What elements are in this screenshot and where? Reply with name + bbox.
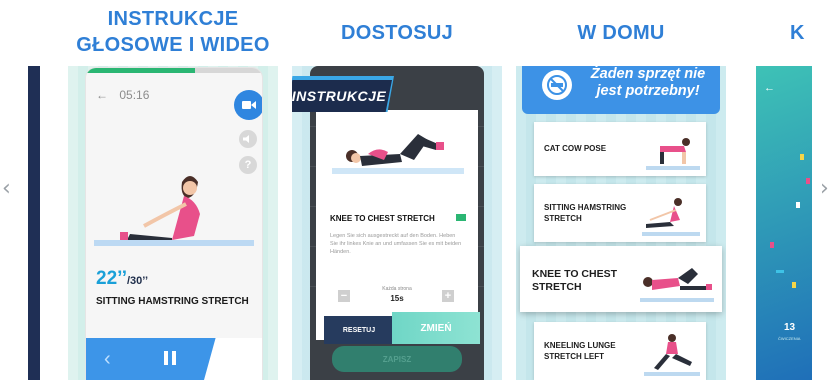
elapsed-time: 05:16: [119, 88, 150, 102]
exercise-mat: [332, 168, 464, 174]
exercise-description: Legen Sie sich ausgestreckt auf den Bode…: [330, 233, 462, 255]
save-button[interactable]: ZAPISZ: [332, 346, 462, 372]
slide-0-partial[interactable]: [28, 66, 40, 380]
reset-button[interactable]: RESETUJ: [324, 316, 394, 344]
exercise-mat: [640, 298, 714, 302]
exercise-detail-dialog: KNEE TO CHEST STRETCH Legen Sie sich aus…: [316, 110, 478, 340]
screenshot-carousel[interactable]: INSTRUKCJE GŁOSOWE I WIDEO DOSTOSUJ W DO…: [0, 0, 831, 380]
slide-3-heading: W DOMU: [577, 22, 665, 44]
previous-icon[interactable]: ‹: [104, 348, 111, 371]
no-equipment-text: Żaden sprzęt nie jest potrzebny!: [590, 66, 706, 99]
exercise-count-label: ĆWICZENIA: [778, 336, 801, 341]
exercise-name: SITTING HAMSTRING STRETCH: [96, 296, 249, 307]
confetti: [800, 154, 804, 160]
confetti: [792, 282, 796, 288]
exercise-mat: [646, 166, 700, 170]
exercise-illustration: [660, 138, 690, 164]
confetti: [806, 178, 810, 184]
confetti: [770, 242, 774, 248]
video-camera-icon[interactable]: [234, 90, 262, 120]
video-icon[interactable]: [456, 214, 466, 221]
no-dumbbell-icon: [542, 70, 572, 100]
back-arrow-icon[interactable]: ←: [96, 88, 108, 102]
no-equipment-banner: Żaden sprzęt nie jest potrzebny!: [522, 66, 720, 114]
exercise-illustration: [120, 176, 200, 246]
exercise-list-item-selected[interactable]: KNEE TO CHEST STRETCH: [520, 246, 722, 312]
carousel-next-button[interactable]: ›: [820, 176, 829, 201]
phone-screen-customize: KNEE TO CHEST STRETCH Legen Sie sich aus…: [310, 66, 484, 380]
exercise-illustration: [643, 268, 712, 290]
timer-total: /30’’: [127, 275, 148, 287]
workout-time: ← 05:16: [96, 88, 149, 102]
exercise-illustration: [646, 198, 682, 228]
change-button[interactable]: ZMIEŃ: [392, 312, 480, 344]
slide-1-heading: INSTRUKCJE GŁOSOWE I WIDEO: [68, 6, 278, 58]
pause-icon[interactable]: [164, 351, 176, 370]
exercise-mat: [644, 372, 700, 376]
exercise-label: SITTING HAMSTRING STRETCH: [544, 203, 627, 223]
back-arrow-icon[interactable]: ←: [764, 82, 775, 94]
increase-button[interactable]: +: [442, 290, 454, 302]
exercise-label: CAT COW POSE: [544, 144, 607, 153]
slide-1-card[interactable]: ← 05:16 ? 22’’/30’’ SITTING HAMSTRING ST…: [68, 66, 278, 380]
slide-2-heading: DOSTOSUJ: [340, 22, 454, 44]
exercise-list-item[interactable]: CAT COW POSE: [534, 122, 706, 176]
exercise-count: 13: [784, 322, 796, 333]
timer-current: 22’’: [96, 268, 127, 289]
slide-2-card[interactable]: KNEE TO CHEST STRETCH Legen Sie sich aus…: [292, 66, 502, 380]
slide-1-heading-line2: GŁOSOWE I WIDEO: [76, 34, 270, 56]
progress-bar-fill: [86, 68, 195, 73]
exercise-mat: [642, 232, 700, 236]
instructions-banner: INSTRUKCJE: [292, 80, 392, 112]
phone-screen-workout: ← 05:16 ? 22’’/30’’ SITTING HAMSTRING ST…: [86, 68, 262, 380]
exercise-title: KNEE TO CHEST STRETCH: [330, 214, 435, 223]
exercise-timer: 22’’/30’’: [96, 268, 148, 290]
slide-1-heading-line1: INSTRUKCJE: [107, 8, 239, 30]
slide-3-card[interactable]: Żaden sprzęt nie jest potrzebny! CAT COW…: [516, 66, 726, 380]
exercise-label: KNEE TO CHEST STRETCH: [532, 268, 617, 293]
exercise-label: KNEELING LUNGE STRETCH LEFT: [544, 341, 616, 361]
confetti: [776, 270, 784, 273]
progress-bar-track: [195, 68, 262, 73]
exercise-list-item[interactable]: KNEELING LUNGE STRETCH LEFT: [534, 322, 706, 380]
exercise-mat: [94, 240, 254, 246]
exercise-illustration: [654, 334, 692, 370]
confetti: [796, 202, 800, 208]
exercise-list-item[interactable]: SITTING HAMSTRING STRETCH: [534, 184, 706, 242]
slide-4-partial[interactable]: ← 13 ĆWICZENIA: [756, 66, 812, 380]
slide-4-heading: K: [790, 22, 805, 44]
speaker-icon[interactable]: [239, 130, 257, 148]
carousel-prev-button[interactable]: ‹: [2, 176, 11, 201]
